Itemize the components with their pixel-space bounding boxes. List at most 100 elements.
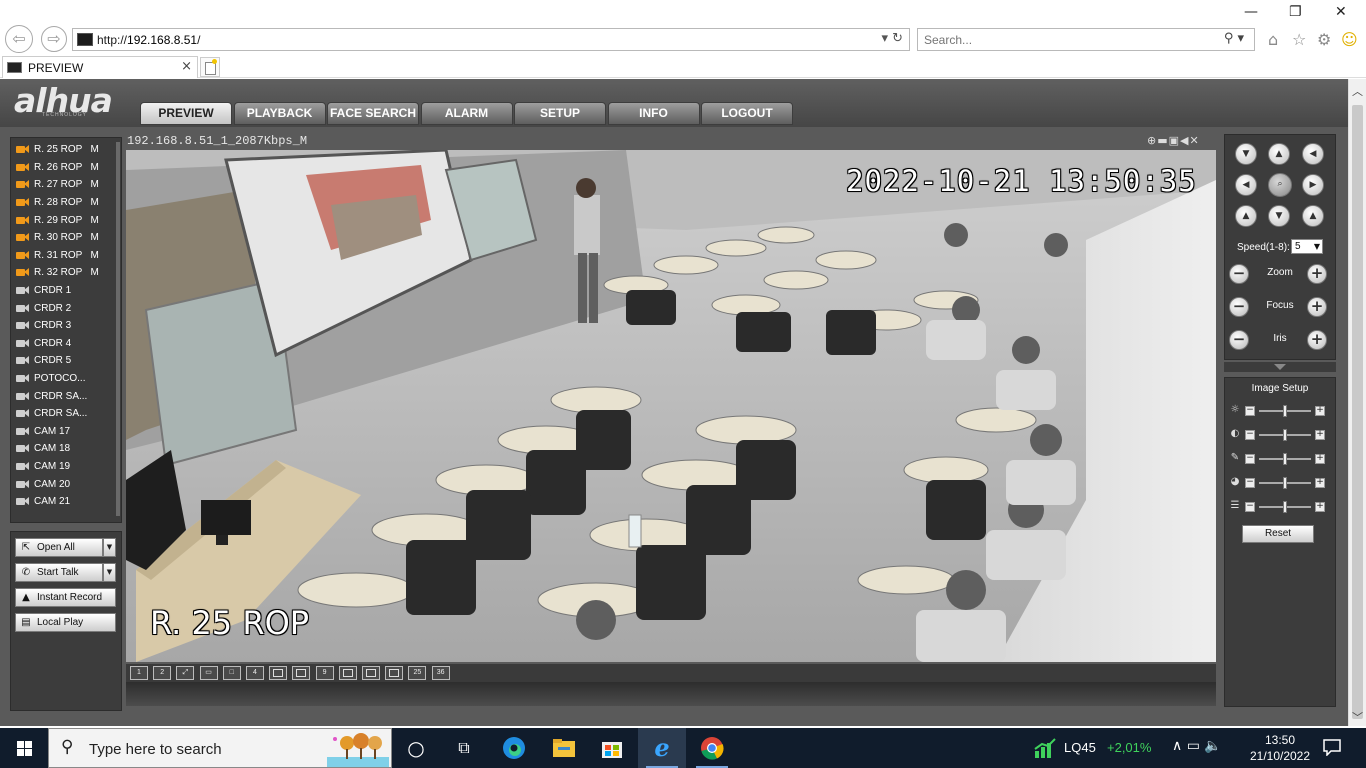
- camera-list-item[interactable]: CAM 18: [11, 440, 117, 458]
- camera-list-item[interactable]: CRDR 3: [11, 317, 117, 335]
- smiley-feedback-icon[interactable]: ☺: [1341, 30, 1358, 49]
- layout-button[interactable]: 2: [153, 666, 172, 680]
- camera-list-item[interactable]: CAM 21: [11, 493, 117, 511]
- camera-list-item[interactable]: CAM 17: [11, 423, 117, 441]
- slider-decrease-button[interactable]: −: [1245, 406, 1255, 416]
- slider-increase-button[interactable]: +: [1315, 502, 1325, 512]
- close-window-button[interactable]: ✕: [1335, 4, 1347, 20]
- live-video-feed[interactable]: 2022-10-21 13:50:35 R. 25 ROP: [126, 150, 1216, 662]
- browser-search-input[interactable]: [924, 32, 1214, 48]
- back-button[interactable]: ⇦: [5, 25, 33, 53]
- file-explorer-app[interactable]: [540, 728, 588, 768]
- slider-knob[interactable]: [1283, 453, 1287, 465]
- layout-button[interactable]: [338, 666, 357, 680]
- new-tab-button[interactable]: [200, 57, 220, 77]
- notification-icon[interactable]: [1322, 738, 1342, 756]
- layout-button[interactable]: □: [222, 666, 241, 680]
- tab-close-icon[interactable]: ×: [181, 59, 192, 74]
- chrome-app[interactable]: [688, 728, 736, 768]
- page-scrollbar[interactable]: ︿ ﹀: [1348, 79, 1366, 726]
- ptz-down-right-button[interactable]: ▲: [1302, 205, 1324, 227]
- scroll-down-icon[interactable]: ﹀: [1352, 709, 1363, 725]
- taskbar-clock[interactable]: 13:50 21/10/2022: [1248, 732, 1312, 764]
- slider-decrease-button[interactable]: −: [1245, 478, 1255, 488]
- layout-button[interactable]: 9: [315, 666, 334, 680]
- camera-list-scrollbar[interactable]: [116, 142, 120, 516]
- restore-button[interactable]: ❐: [1289, 4, 1302, 20]
- browser-search-box[interactable]: ⚲ ▾: [917, 28, 1255, 51]
- camera-list-item[interactable]: POTOCO...: [11, 370, 117, 388]
- camera-list-item[interactable]: R. 27 ROP M: [11, 176, 117, 194]
- open-all-button[interactable]: ⇱ Open All: [15, 538, 103, 557]
- ptz-up-right-button[interactable]: ◀: [1302, 143, 1324, 165]
- nav-tab-face-search[interactable]: FACE SEARCH: [327, 102, 419, 125]
- url-text[interactable]: http://192.168.8.51/: [97, 33, 200, 47]
- camera-list-item[interactable]: CRDR SA...: [11, 387, 117, 405]
- camera-list-item[interactable]: R. 30 ROP M: [11, 229, 117, 247]
- camera-list-item[interactable]: CRDR 5: [11, 352, 117, 370]
- layout-button[interactable]: [362, 666, 380, 680]
- search-icon[interactable]: ⚲ ▾: [1224, 31, 1244, 46]
- layout-button[interactable]: 4: [246, 666, 264, 680]
- store-app[interactable]: [588, 728, 636, 768]
- scroll-thumb[interactable]: [1352, 105, 1363, 719]
- nav-tab-playback[interactable]: PLAYBACK: [233, 102, 326, 125]
- ptz-up-left-button[interactable]: ▼: [1235, 143, 1257, 165]
- slider-increase-button[interactable]: +: [1315, 430, 1325, 440]
- internet-explorer-app[interactable]: ℯ: [638, 728, 686, 768]
- instant-record-button[interactable]: ▲ Instant Record: [15, 588, 116, 607]
- layout-button[interactable]: 25: [408, 666, 427, 680]
- layout-button[interactable]: [292, 666, 311, 680]
- slider-knob[interactable]: [1283, 477, 1287, 489]
- taskbar-search[interactable]: ⚲ Type here to search: [48, 728, 392, 768]
- slider-knob[interactable]: [1283, 501, 1287, 513]
- layout-button[interactable]: 1: [130, 666, 148, 680]
- task-view-button[interactable]: ○: [392, 728, 440, 768]
- speed-select[interactable]: 5 ▼: [1291, 239, 1323, 254]
- camera-list-item[interactable]: R. 25 ROP M: [11, 141, 117, 159]
- start-talk-button[interactable]: ✆ Start Talk: [15, 563, 103, 582]
- camera-list-item[interactable]: CRDR 1: [11, 282, 117, 300]
- local-play-button[interactable]: ▤ Local Play: [15, 613, 116, 632]
- focus-far-button[interactable]: +: [1307, 297, 1327, 317]
- edge-app[interactable]: [490, 728, 538, 768]
- open-all-dropdown[interactable]: ▼: [103, 538, 116, 557]
- minimize-button[interactable]: —: [1244, 4, 1258, 20]
- system-tray-icons[interactable]: ∧ ▭ 🔈: [1172, 738, 1222, 754]
- home-icon[interactable]: ⌂: [1268, 30, 1278, 49]
- slider-knob[interactable]: [1283, 429, 1287, 441]
- image-reset-button[interactable]: Reset: [1242, 525, 1314, 543]
- gear-icon[interactable]: ⚙: [1317, 30, 1331, 49]
- nav-tab-setup[interactable]: SETUP: [514, 102, 606, 125]
- favorites-star-icon[interactable]: ☆: [1292, 30, 1306, 49]
- ptz-3d-locate-button[interactable]: ⌕: [1268, 173, 1292, 197]
- start-talk-dropdown[interactable]: ▼: [103, 563, 116, 582]
- layout-button[interactable]: [269, 666, 288, 680]
- layout-button[interactable]: ⤢: [176, 666, 195, 680]
- refresh-icon[interactable]: ▾ ↻: [881, 31, 903, 46]
- slider-increase-button[interactable]: +: [1315, 406, 1325, 416]
- ptz-up-button[interactable]: ▲: [1268, 143, 1290, 165]
- slider-increase-button[interactable]: +: [1315, 478, 1325, 488]
- start-button[interactable]: [0, 728, 48, 768]
- slider-increase-button[interactable]: +: [1315, 454, 1325, 464]
- stock-widget[interactable]: LQ45 +2,01%: [1030, 728, 1160, 768]
- camera-list-item[interactable]: CRDR 2: [11, 299, 117, 317]
- ptz-collapse-toggle[interactable]: [1224, 362, 1336, 372]
- camera-list-item[interactable]: CAM 20: [11, 475, 117, 493]
- slider-knob[interactable]: [1283, 405, 1287, 417]
- scroll-up-icon[interactable]: ︿: [1352, 83, 1363, 99]
- ptz-down-left-button[interactable]: ▲: [1235, 205, 1257, 227]
- camera-list-item[interactable]: CRDR SA...: [11, 405, 117, 423]
- slider-decrease-button[interactable]: −: [1245, 454, 1255, 464]
- slider-decrease-button[interactable]: −: [1245, 502, 1255, 512]
- camera-list-item[interactable]: R. 29 ROP M: [11, 211, 117, 229]
- slider-decrease-button[interactable]: −: [1245, 430, 1255, 440]
- task-view-app[interactable]: ⧉: [440, 728, 488, 768]
- iris-open-button[interactable]: +: [1307, 330, 1327, 350]
- nav-tab-info[interactable]: INFO: [607, 102, 700, 125]
- address-bar[interactable]: http://192.168.8.51/ ▾ ↻: [72, 28, 910, 51]
- camera-list-item[interactable]: R. 26 ROP M: [11, 159, 117, 177]
- ptz-down-button[interactable]: ▼: [1268, 205, 1290, 227]
- camera-list-item[interactable]: R. 32 ROP M: [11, 264, 117, 282]
